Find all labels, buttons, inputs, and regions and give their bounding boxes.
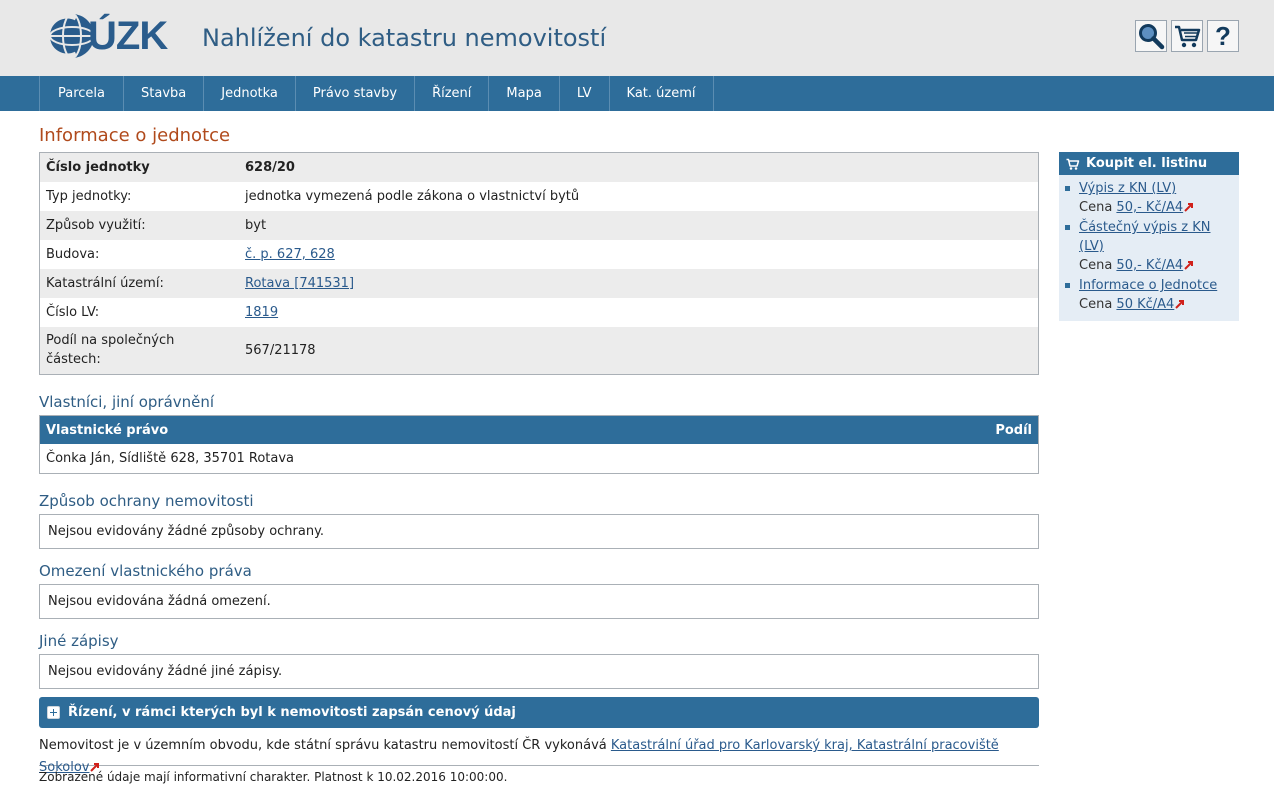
- price-link[interactable]: 50,- Kč/A4: [1116, 258, 1183, 273]
- cart-icon: [1175, 25, 1201, 48]
- nav-item-parcela[interactable]: Parcela: [40, 76, 125, 111]
- external-link-icon: [1184, 261, 1194, 270]
- table-header: Vlastnické právo Podíl: [39, 415, 1039, 444]
- unit-info-table: Číslo jednotky 628/20 Typ jednotky: jedn…: [39, 152, 1039, 375]
- other-box: Nejsou evidovány žádné jiné zápisy.: [39, 654, 1039, 689]
- owners-section-title: Vlastníci, jiní oprávnění: [39, 393, 215, 411]
- table-row: Katastrální území: Rotava [741531]: [39, 268, 1039, 298]
- other-section-title: Jiné zápisy: [39, 632, 119, 650]
- help-icon: ?: [1215, 21, 1231, 51]
- main-nav: Parcela Stavba Jednotka Právo stavby Říz…: [0, 76, 1274, 111]
- lv-number-link[interactable]: 1819: [245, 305, 278, 320]
- office-note: Nemovitost je v územním obvodu, kde stát…: [39, 735, 1039, 775]
- nav-item-stavba[interactable]: Stavba: [124, 76, 205, 111]
- owners-table: Vlastnické právo Podíl Čonka Ján, Sídliš…: [39, 415, 1039, 474]
- row-value: jednotka vymezená podle zákona o vlastni…: [239, 181, 1039, 211]
- office-note-text: Nemovitost je v územním obvodu, kde stát…: [39, 738, 611, 753]
- buy-lv-extract-link[interactable]: Výpis z KN (LV): [1079, 181, 1176, 196]
- sidebar-title: Koupit el. listinu: [1086, 156, 1208, 171]
- row-label: Číslo LV:: [39, 297, 239, 327]
- col-ownership: Vlastnické právo: [39, 415, 880, 444]
- cadastral-area-link[interactable]: Rotava [741531]: [245, 276, 354, 291]
- validity-footer: Zobrazené údaje mají informativní charak…: [39, 765, 1039, 788]
- protection-box: Nejsou evidovány žádné způsoby ochrany.: [39, 514, 1039, 549]
- row-label: Katastrální území:: [39, 268, 239, 298]
- table-row: Budova: č. p. 627, 628: [39, 239, 1039, 269]
- proceedings-label: Řízení, v rámci kterých byl k nemovitost…: [68, 705, 516, 720]
- logo-text: ÚZK: [88, 14, 168, 58]
- cart-button[interactable]: [1171, 20, 1203, 52]
- restrictions-box: Nejsou evidována žádná omezení.: [39, 584, 1039, 619]
- row-value: byt: [239, 210, 1039, 240]
- row-value: 628/20: [239, 152, 1039, 182]
- search-button[interactable]: [1135, 20, 1167, 52]
- app-title: Nahlížení do katastru nemovitostí: [202, 24, 607, 52]
- sidebar-header: Koupit el. listinu: [1059, 152, 1239, 175]
- nav-item-lv[interactable]: LV: [560, 76, 610, 111]
- price-prefix: Cena: [1079, 258, 1117, 273]
- sidebar-body: Výpis z KN (LV) Cena 50,- Kč/A4 Částečný…: [1059, 175, 1239, 321]
- table-row: Čonka Ján, Sídliště 628, 35701 Rotava: [40, 444, 1039, 474]
- search-icon: [1139, 24, 1165, 50]
- buy-partial-extract-link[interactable]: Částečný výpis z KN (LV): [1079, 220, 1211, 254]
- cuzk-logo[interactable]: ÚZK: [46, 10, 196, 62]
- header: ÚZK Nahlížení do katastru nemovitostí ?: [0, 0, 1274, 76]
- table-row: Způsob využití: byt: [39, 210, 1039, 240]
- list-item: Výpis z KN (LV) Cena 50,- Kč/A4: [1065, 179, 1233, 217]
- price-link[interactable]: 50,- Kč/A4: [1116, 200, 1183, 215]
- row-label: Číslo jednotky: [39, 152, 239, 182]
- nav-item-kat-uzemi[interactable]: Kat. území: [610, 76, 714, 111]
- table-row: Podíl na společných částech: 567/21178: [39, 326, 1039, 375]
- main-content: Informace o jednotce Číslo jednotky 628/…: [39, 123, 1039, 788]
- header-toolbar: ?: [1135, 20, 1239, 52]
- proceedings-toggle[interactable]: Řízení, v rámci kterých byl k nemovitost…: [39, 697, 1039, 728]
- row-label: Budova:: [39, 239, 239, 269]
- row-label: Způsob využití:: [39, 210, 239, 240]
- nav-item-jednotka[interactable]: Jednotka: [204, 76, 296, 111]
- list-item: Informace o Jednotce Cena 50 Kč/A4: [1065, 276, 1233, 314]
- external-link-icon: [1184, 203, 1194, 212]
- buy-sidebar: Koupit el. listinu Výpis z KN (LV) Cena …: [1059, 152, 1239, 321]
- table-row: Číslo jednotky 628/20: [39, 152, 1039, 182]
- expand-plus-icon: [47, 706, 60, 719]
- table-row: Číslo LV: 1819: [39, 297, 1039, 327]
- row-value: 567/21178: [239, 326, 1039, 375]
- building-link[interactable]: č. p. 627, 628: [245, 247, 335, 262]
- nav-item-rizeni[interactable]: Řízení: [415, 76, 490, 111]
- table-row: Typ jednotky: jednotka vymezená podle zá…: [39, 181, 1039, 211]
- list-item: Částečný výpis z KN (LV) Cena 50,- Kč/A4: [1065, 218, 1233, 275]
- row-label: Podíl na společných částech:: [39, 326, 239, 375]
- buy-unit-info-link[interactable]: Informace o Jednotce: [1079, 278, 1217, 293]
- cart-icon: [1066, 158, 1080, 170]
- page-title: Informace o jednotce: [39, 125, 231, 146]
- restrictions-section-title: Omezení vlastnického práva: [39, 562, 252, 580]
- owner-name: Čonka Ján, Sídliště 628, 35701 Rotava: [46, 451, 295, 466]
- col-share: Podíl: [879, 415, 1039, 444]
- price-prefix: Cena: [1079, 200, 1117, 215]
- owner-share: [880, 444, 1039, 474]
- help-button[interactable]: ?: [1207, 20, 1239, 52]
- row-label: Typ jednotky:: [39, 181, 239, 211]
- nav-item-mapa[interactable]: Mapa: [489, 76, 560, 111]
- price-prefix: Cena: [1079, 297, 1117, 312]
- external-link-icon: [1175, 300, 1185, 309]
- nav-item-pravo-stavby[interactable]: Právo stavby: [296, 76, 416, 111]
- protection-section-title: Způsob ochrany nemovitosti: [39, 492, 254, 510]
- price-link[interactable]: 50 Kč/A4: [1116, 297, 1174, 312]
